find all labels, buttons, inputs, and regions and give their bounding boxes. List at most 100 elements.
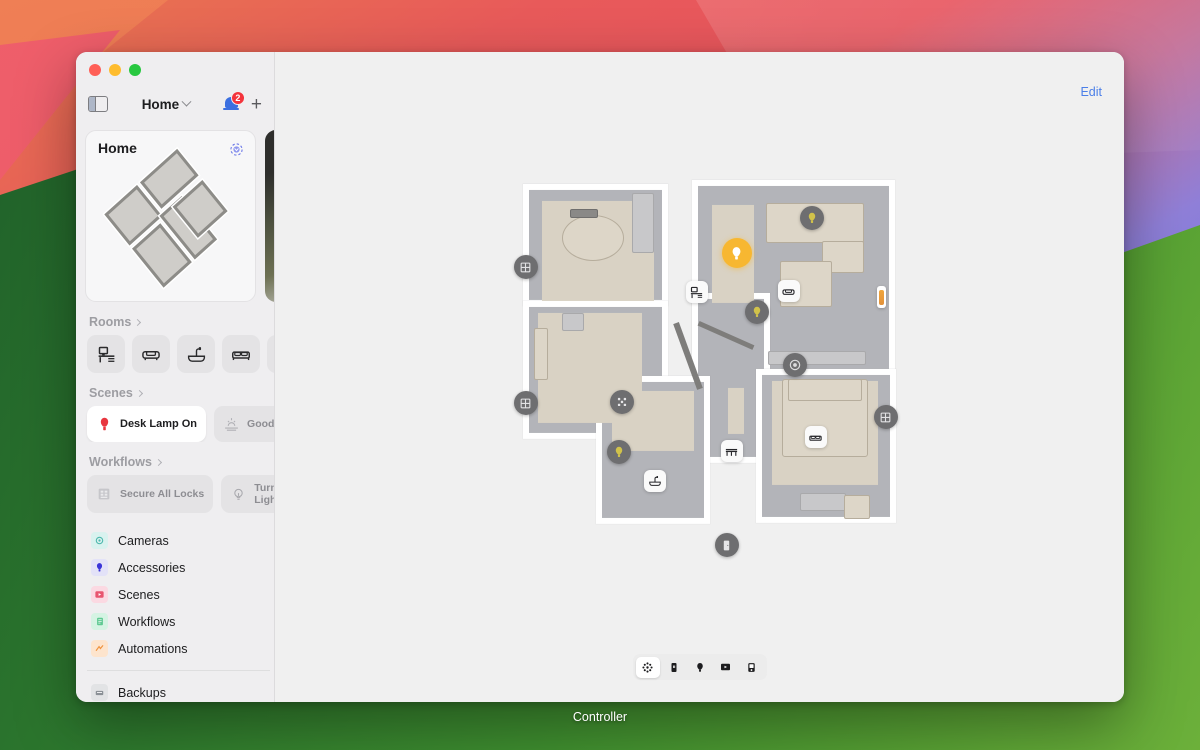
marker-ceiling-light-on[interactable] bbox=[721, 237, 752, 268]
sidebar-item-label: Accessories bbox=[118, 560, 186, 575]
section-header-rooms[interactable]: Rooms bbox=[76, 302, 274, 335]
home-hero-card[interactable]: Home bbox=[85, 130, 256, 302]
floorplan-canvas[interactable] bbox=[500, 173, 900, 558]
scene-label: Desk Lamp On bbox=[120, 417, 198, 430]
workflows-row: Secure All Locks Turn All Lights Off bbox=[76, 475, 274, 513]
counter bbox=[631, 192, 654, 253]
room-chip-living-room[interactable] bbox=[132, 335, 170, 373]
sidebar-item-scenes[interactable]: Scenes bbox=[87, 581, 274, 608]
notification-badge: 2 bbox=[230, 90, 245, 105]
door-icon bbox=[723, 540, 730, 550]
section-header-scenes[interactable]: Scenes bbox=[76, 373, 274, 406]
camera-preview-card[interactable]: C bbox=[265, 130, 274, 302]
zoom-button[interactable] bbox=[129, 64, 141, 76]
window-controls[interactable] bbox=[89, 64, 141, 76]
device-filter-sensors[interactable] bbox=[635, 656, 660, 678]
workflow-tile-turn-all-lights-off[interactable]: Turn All Lights Off bbox=[221, 475, 274, 513]
sidebar-item-automations[interactable]: Automations bbox=[87, 635, 274, 662]
sidebar-item-backups[interactable]: Backups bbox=[87, 679, 274, 702]
workflow-tile-secure-all-locks[interactable]: Secure All Locks bbox=[87, 475, 214, 513]
hub-icon bbox=[617, 397, 626, 407]
desk-icon bbox=[98, 346, 114, 362]
dining-chairs bbox=[569, 208, 598, 218]
marker-sofa[interactable] bbox=[777, 279, 800, 302]
sensor-dots-icon bbox=[642, 661, 653, 673]
blinds-icon bbox=[878, 289, 884, 305]
bulb-off-icon bbox=[230, 486, 247, 503]
bulb-icon bbox=[615, 446, 622, 457]
thermostat-icon bbox=[748, 662, 755, 672]
rooms-row bbox=[76, 335, 274, 373]
sidebar-divider bbox=[87, 670, 270, 671]
room-chip-more[interactable] bbox=[267, 335, 274, 373]
marker-bed[interactable] bbox=[804, 425, 827, 448]
sidebar-item-label: Scenes bbox=[118, 587, 160, 602]
sidebar-item-accessories[interactable]: Accessories bbox=[87, 554, 274, 581]
nightstand bbox=[843, 494, 870, 519]
add-button[interactable]: + bbox=[251, 95, 262, 114]
sofa-icon bbox=[782, 288, 795, 295]
sunrise-icon bbox=[223, 416, 240, 433]
window-icon bbox=[880, 412, 891, 422]
room-chip-bedroom[interactable] bbox=[222, 335, 260, 373]
marker-lamp-light-off[interactable] bbox=[744, 299, 769, 324]
marker-blinds[interactable] bbox=[876, 285, 886, 308]
app-window: Home 2 + Home Rooms Scenes Desk Lamp On … bbox=[76, 52, 1124, 702]
outlet-icon bbox=[671, 662, 676, 672]
sofa-icon bbox=[142, 350, 160, 361]
marker-fan-hub[interactable] bbox=[609, 389, 634, 414]
bulb-icon bbox=[808, 212, 815, 223]
home-title-dropdown[interactable]: Home bbox=[108, 96, 224, 112]
section-title-workflows: Workflows bbox=[89, 455, 152, 469]
minimize-button[interactable] bbox=[109, 64, 121, 76]
marker-window-sensor-3[interactable] bbox=[873, 404, 898, 429]
home-status-icon bbox=[228, 141, 245, 158]
window-icon bbox=[520, 262, 531, 272]
chevron-right-icon bbox=[134, 318, 142, 326]
workflow-label: Turn All Lights Off bbox=[254, 481, 274, 506]
home-card-title: Home bbox=[98, 140, 137, 156]
sidebar-toggle-icon[interactable] bbox=[88, 96, 108, 112]
media-icon bbox=[721, 663, 730, 671]
scene-tile-good-morning[interactable]: Good Morn bbox=[214, 406, 274, 442]
marker-sink[interactable] bbox=[643, 469, 666, 492]
marker-window-sensor-2[interactable] bbox=[513, 254, 538, 279]
marker-bench[interactable] bbox=[720, 439, 743, 462]
marker-bedroom-light-off[interactable] bbox=[799, 205, 824, 230]
dock-app-label: Controller bbox=[572, 710, 628, 724]
scene-tile-desk-lamp-on[interactable]: Desk Lamp On bbox=[87, 406, 207, 442]
device-filter-thermostat[interactable] bbox=[740, 657, 764, 678]
marker-bathroom-light-off[interactable] bbox=[606, 439, 631, 464]
device-filter-media[interactable] bbox=[714, 657, 738, 678]
main-content: Edit bbox=[275, 52, 1124, 702]
notifications-button[interactable]: 2 bbox=[223, 90, 245, 113]
sidebar-item-cameras[interactable]: Cameras bbox=[87, 527, 274, 554]
marker-camera[interactable] bbox=[782, 352, 807, 377]
sidebar-item-workflows[interactable]: Workflows bbox=[87, 608, 274, 635]
marker-window-sensor-1[interactable] bbox=[513, 390, 538, 415]
automation-icon bbox=[91, 640, 108, 657]
marker-desk[interactable] bbox=[685, 280, 708, 303]
close-button[interactable] bbox=[89, 64, 101, 76]
bed-icon bbox=[232, 351, 250, 361]
home-cards-row: Home bbox=[76, 130, 274, 302]
chevron-down-icon bbox=[181, 96, 192, 107]
lamp-icon bbox=[96, 416, 113, 433]
edit-button[interactable]: Edit bbox=[1080, 85, 1102, 99]
room-chip-bathroom[interactable] bbox=[177, 335, 215, 373]
pillows bbox=[787, 378, 862, 401]
room-chip-office[interactable] bbox=[87, 335, 125, 373]
sidebar-item-label: Automations bbox=[118, 641, 188, 656]
device-filter-outlets[interactable] bbox=[662, 657, 686, 678]
sidebar-item-label: Backups bbox=[118, 685, 166, 700]
section-header-workflows[interactable]: Workflows bbox=[76, 442, 274, 475]
device-filter-lights[interactable] bbox=[688, 657, 712, 678]
bulb-icon bbox=[696, 662, 703, 672]
marker-door-sensor[interactable] bbox=[714, 532, 739, 557]
sink-icon bbox=[648, 476, 661, 486]
section-title-scenes: Scenes bbox=[89, 386, 133, 400]
section-title-rooms: Rooms bbox=[89, 315, 132, 329]
sidebar-toolbar: Home 2 + bbox=[76, 78, 274, 130]
sidebar-item-label: Cameras bbox=[118, 533, 169, 548]
hall-floor bbox=[727, 387, 744, 434]
